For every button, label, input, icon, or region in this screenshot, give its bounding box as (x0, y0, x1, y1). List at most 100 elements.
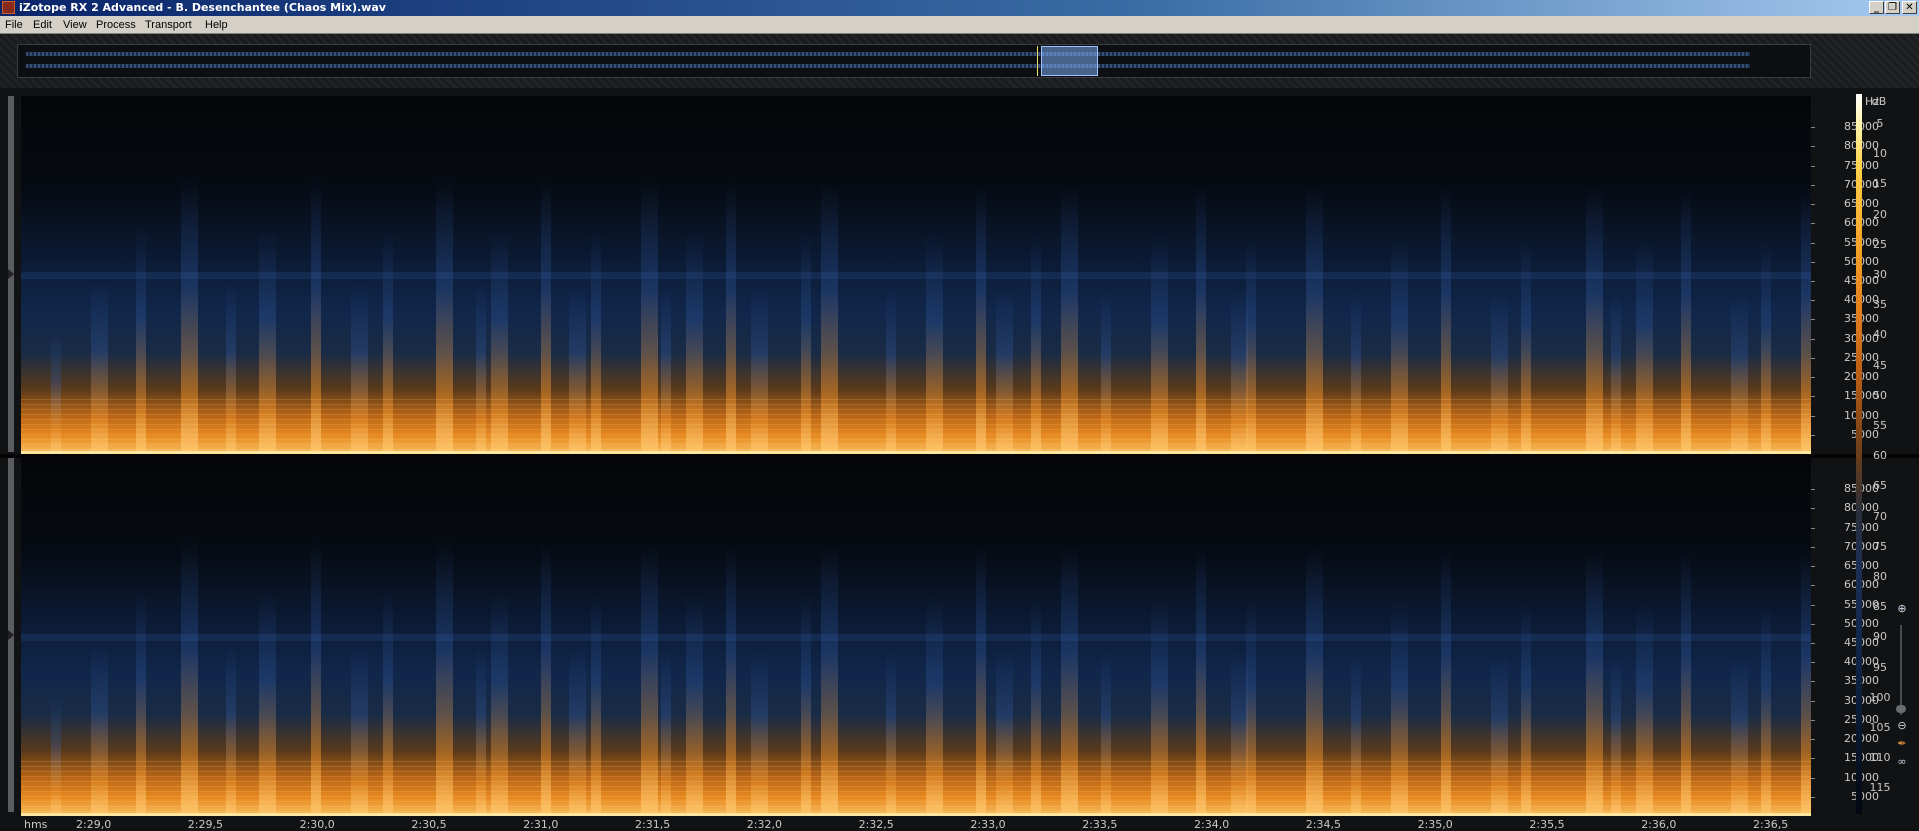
overview-channel-left (26, 52, 1750, 56)
frequency-tick (1811, 527, 1815, 529)
frequency-tick (1811, 662, 1815, 664)
channel-arrow-icon (8, 269, 14, 279)
overview-playhead[interactable] (1037, 46, 1038, 76)
brush-tool-icon[interactable]: ✒ (1896, 738, 1908, 750)
title-bar: iZotope RX 2 Advanced - B. Desenchantee … (0, 0, 1919, 16)
frequency-tick (1811, 604, 1815, 606)
db-color-scale (1856, 94, 1862, 814)
frequency-tick (1811, 338, 1815, 340)
frequency-label: 75000 (1817, 521, 1879, 534)
frequency-tick (1811, 758, 1815, 760)
spectrogram-channel-right[interactable] (21, 458, 1811, 816)
frequency-label: 20000 (1817, 371, 1879, 383)
time-label: 2:31,0 (523, 818, 559, 831)
frequency-label: 20000 (1817, 733, 1879, 745)
db-label: 65 (1873, 479, 1887, 493)
db-label: 45 (1873, 358, 1887, 372)
time-unit-label: hms (24, 818, 48, 831)
frequency-tick (1811, 681, 1815, 683)
db-label: 40 (1873, 328, 1887, 342)
menu-edit[interactable]: Edit (33, 18, 52, 32)
frequency-tick (1811, 546, 1815, 548)
frequency-tick (1811, 396, 1815, 398)
db-label: 105 (1869, 721, 1891, 734)
time-label: 2:36,0 (1641, 818, 1677, 831)
menu-transport[interactable]: Transport (145, 18, 192, 32)
frequency-tick (1811, 508, 1815, 510)
frequency-tick (1811, 223, 1815, 225)
lasso-tool-icon[interactable]: ∞ (1896, 756, 1908, 768)
db-label: 70 (1873, 509, 1887, 523)
frequency-label: 75000 (1817, 159, 1879, 172)
frequency-tick (1811, 585, 1815, 587)
db-label: 110 (1869, 751, 1891, 765)
db-label: 35 (1873, 298, 1887, 312)
time-label: 2:33,0 (970, 818, 1006, 831)
db-label: 25 (1873, 237, 1887, 251)
zoom-slider-track[interactable] (1900, 625, 1902, 715)
frequency-label: 35000 (1817, 313, 1879, 325)
db-label: 90 (1873, 630, 1887, 644)
frequency-tick (1811, 184, 1815, 186)
menu-process[interactable]: Process (96, 18, 136, 32)
overview-view-window[interactable] (1041, 46, 1098, 76)
time-label: 2:32,0 (746, 818, 782, 831)
frequency-tick (1811, 415, 1815, 417)
frequency-tick (1811, 719, 1815, 721)
time-label: 2:29,5 (187, 818, 223, 831)
db-label: 15 (1873, 177, 1887, 191)
time-label: 2:35,5 (1529, 818, 1565, 831)
frequency-tick (1811, 204, 1815, 206)
time-label: 2:29,0 (76, 818, 112, 831)
harmonic-lines (21, 761, 1811, 816)
magnifier-minus-icon[interactable]: ⊖ (1896, 720, 1908, 732)
db-label: 100 (1869, 690, 1891, 704)
harmonic-lines (21, 399, 1811, 454)
db-label: 10 (1873, 147, 1887, 161)
close-button[interactable]: ✕ (1902, 1, 1917, 14)
frequency-tick (1811, 777, 1815, 779)
db-label: 85 (1873, 600, 1887, 614)
db-label: 50 (1873, 388, 1887, 402)
frequency-tick (1811, 357, 1815, 359)
app-icon[interactable] (2, 1, 15, 14)
db-label: 5 (1876, 117, 1884, 130)
frequency-tick (1811, 281, 1815, 282)
overview-waveform[interactable] (17, 44, 1811, 78)
db-label: 30 (1873, 268, 1887, 281)
spectral-band (21, 634, 1811, 641)
frequency-tick (1811, 300, 1815, 302)
db-label: 75 (1873, 539, 1887, 553)
frequency-tick (1811, 165, 1815, 167)
db-unit-label: dB (1871, 95, 1887, 108)
magnifier-plus-icon[interactable]: ⊕ (1896, 603, 1908, 615)
frequency-tick (1811, 261, 1815, 263)
frequency-tick (1811, 739, 1815, 741)
time-label: 2:31,5 (635, 818, 671, 831)
spectrogram-channel-left[interactable] (21, 96, 1811, 454)
frequency-tick (1811, 566, 1815, 568)
time-label: 2:35,0 (1417, 818, 1453, 831)
frequency-tick (1811, 377, 1815, 379)
frequency-tick (1811, 319, 1815, 321)
spectral-band (21, 272, 1811, 279)
time-label: 2:34,0 (1194, 818, 1230, 831)
time-label: 2:34,5 (1305, 818, 1341, 831)
menu-file[interactable]: File (5, 18, 23, 32)
frequency-tick (1811, 434, 1815, 436)
menu-help[interactable]: Help (205, 18, 228, 32)
time-label: 2:32,5 (858, 818, 894, 831)
zoom-slider-thumb[interactable] (1896, 705, 1906, 713)
time-label: 2:30,0 (299, 818, 335, 831)
db-label: 55 (1873, 419, 1887, 432)
spectral-floor (21, 813, 1811, 816)
restore-button[interactable]: ❐ (1885, 1, 1900, 14)
time-label: 2:33,5 (1082, 818, 1118, 831)
db-label: 20 (1873, 207, 1887, 221)
frequency-label: 50000 (1817, 617, 1879, 630)
minimize-button[interactable]: _ (1869, 1, 1884, 14)
frequency-label: 35000 (1817, 675, 1879, 687)
time-label: 2:36,5 (1753, 818, 1789, 831)
db-label: 80 (1873, 570, 1887, 583)
menu-view[interactable]: View (63, 18, 87, 32)
